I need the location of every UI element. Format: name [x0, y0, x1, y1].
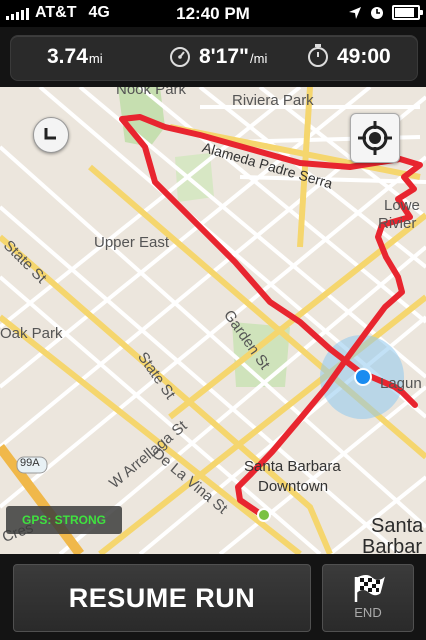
run-stats-area: 3.74 mi 8'17" /mi 49:00	[0, 27, 426, 87]
stopwatch-icon	[308, 44, 328, 67]
map-label-laguna: Lagun	[380, 375, 422, 392]
alarm-clock-icon	[371, 6, 383, 19]
pace-value: 8'17"	[199, 45, 249, 68]
map-corner-toggle-button[interactable]	[33, 117, 69, 153]
map-label-nook-park: Nook Park	[116, 87, 187, 98]
location-arrow-icon	[349, 6, 361, 19]
map-label-lower-riviera-1: Lowe	[384, 197, 420, 214]
distance-stat: 3.74 mi	[47, 45, 103, 69]
map-label-riviera-park: Riviera Park	[232, 92, 314, 109]
current-position-dot	[356, 370, 370, 384]
run-stats-bar: 3.74 mi 8'17" /mi 49:00	[10, 35, 418, 81]
pace-stat: 8'17" /mi	[199, 45, 267, 69]
corner-bracket-icon	[44, 128, 56, 140]
speedometer-icon	[170, 47, 190, 67]
duration-stat: 49:00	[337, 45, 391, 69]
end-run-button[interactable]: END	[322, 564, 414, 632]
map-label-oak-park: Oak Park	[0, 325, 63, 342]
checkered-flag-icon	[354, 575, 385, 602]
map-label-lower-riviera-2: Rivier	[378, 215, 417, 232]
end-run-label: END	[354, 605, 382, 620]
distance-unit: mi	[88, 51, 103, 66]
duration-value: 49:00	[337, 45, 391, 68]
gps-status-badge: GPS: STRONG	[6, 506, 122, 534]
crosshair-icon	[358, 121, 392, 155]
pace-unit: /mi	[250, 51, 268, 66]
status-bar: AT&T 4G 12:40 PM	[0, 0, 426, 27]
map-label-santa-2: Barbar	[362, 536, 423, 554]
map-label-upper-east: Upper East	[94, 234, 170, 251]
map-label-highway: 99A	[20, 457, 40, 469]
battery-icon	[392, 5, 423, 20]
map-label-sb-downtown-1: Santa Barbara	[244, 458, 341, 475]
start-marker	[259, 510, 269, 520]
run-actions-bar: RESUME RUN END	[0, 554, 426, 640]
locate-me-button[interactable]	[350, 113, 400, 163]
route-map[interactable]: Nook Park Riviera Park Alameda Padre Ser…	[0, 87, 426, 554]
resume-run-button[interactable]: RESUME RUN	[13, 564, 311, 632]
map-label-sb-downtown-2: Downtown	[258, 478, 329, 495]
distance-value: 3.74	[47, 45, 88, 68]
map-label-santa-1: Santa	[371, 515, 424, 537]
